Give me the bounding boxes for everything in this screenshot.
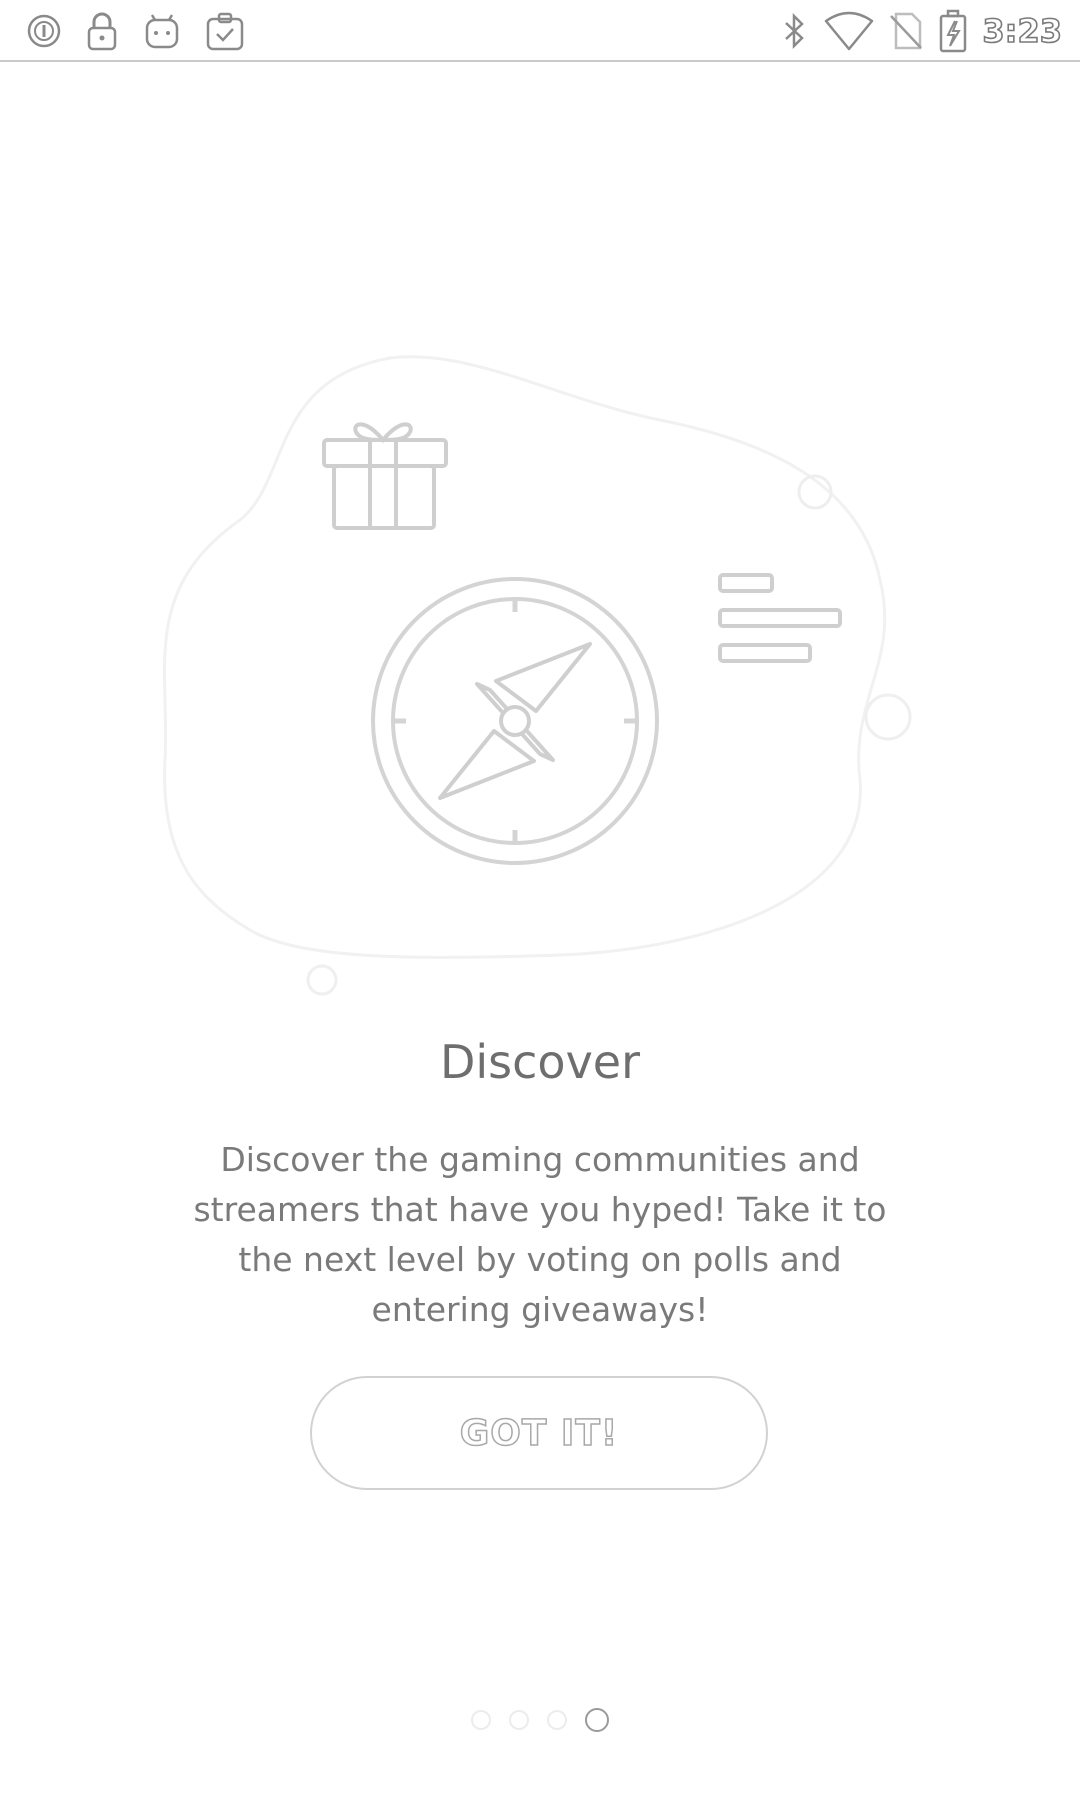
page-dot-2[interactable] xyxy=(509,1710,529,1730)
bubble-3 xyxy=(306,964,338,996)
alert-circle-icon xyxy=(26,13,62,49)
background-blob xyxy=(162,355,887,959)
onboarding-title: Discover xyxy=(439,1035,641,1089)
page-dot-1[interactable] xyxy=(471,1710,491,1730)
status-time: 3:23 xyxy=(982,11,1063,51)
list-lines-icon xyxy=(718,573,842,663)
onboarding-description: Discover the gaming communities and stre… xyxy=(193,1140,887,1329)
got-it-button[interactable]: GOT IT! xyxy=(310,1376,768,1490)
bubble-2 xyxy=(864,693,912,741)
battery-charging-icon xyxy=(938,9,968,53)
clipboard-check-icon xyxy=(204,11,246,51)
bluetooth-icon xyxy=(780,11,810,51)
status-left-icons xyxy=(26,0,246,62)
onboarding-illustration xyxy=(0,340,1080,1020)
status-bar: 3:23 xyxy=(0,0,1080,62)
lock-icon xyxy=(84,11,120,51)
page-indicator xyxy=(0,1708,1080,1732)
android-icon xyxy=(142,11,182,51)
gift-icon xyxy=(322,422,448,530)
wifi-icon xyxy=(824,11,874,51)
got-it-button-label: GOT IT! xyxy=(459,1412,619,1455)
status-right-icons: 3:23 xyxy=(780,0,1063,62)
page-dot-3[interactable] xyxy=(547,1710,567,1730)
compass-icon xyxy=(371,577,659,865)
no-sim-icon xyxy=(888,11,924,51)
page-dot-4-active[interactable] xyxy=(585,1708,609,1732)
